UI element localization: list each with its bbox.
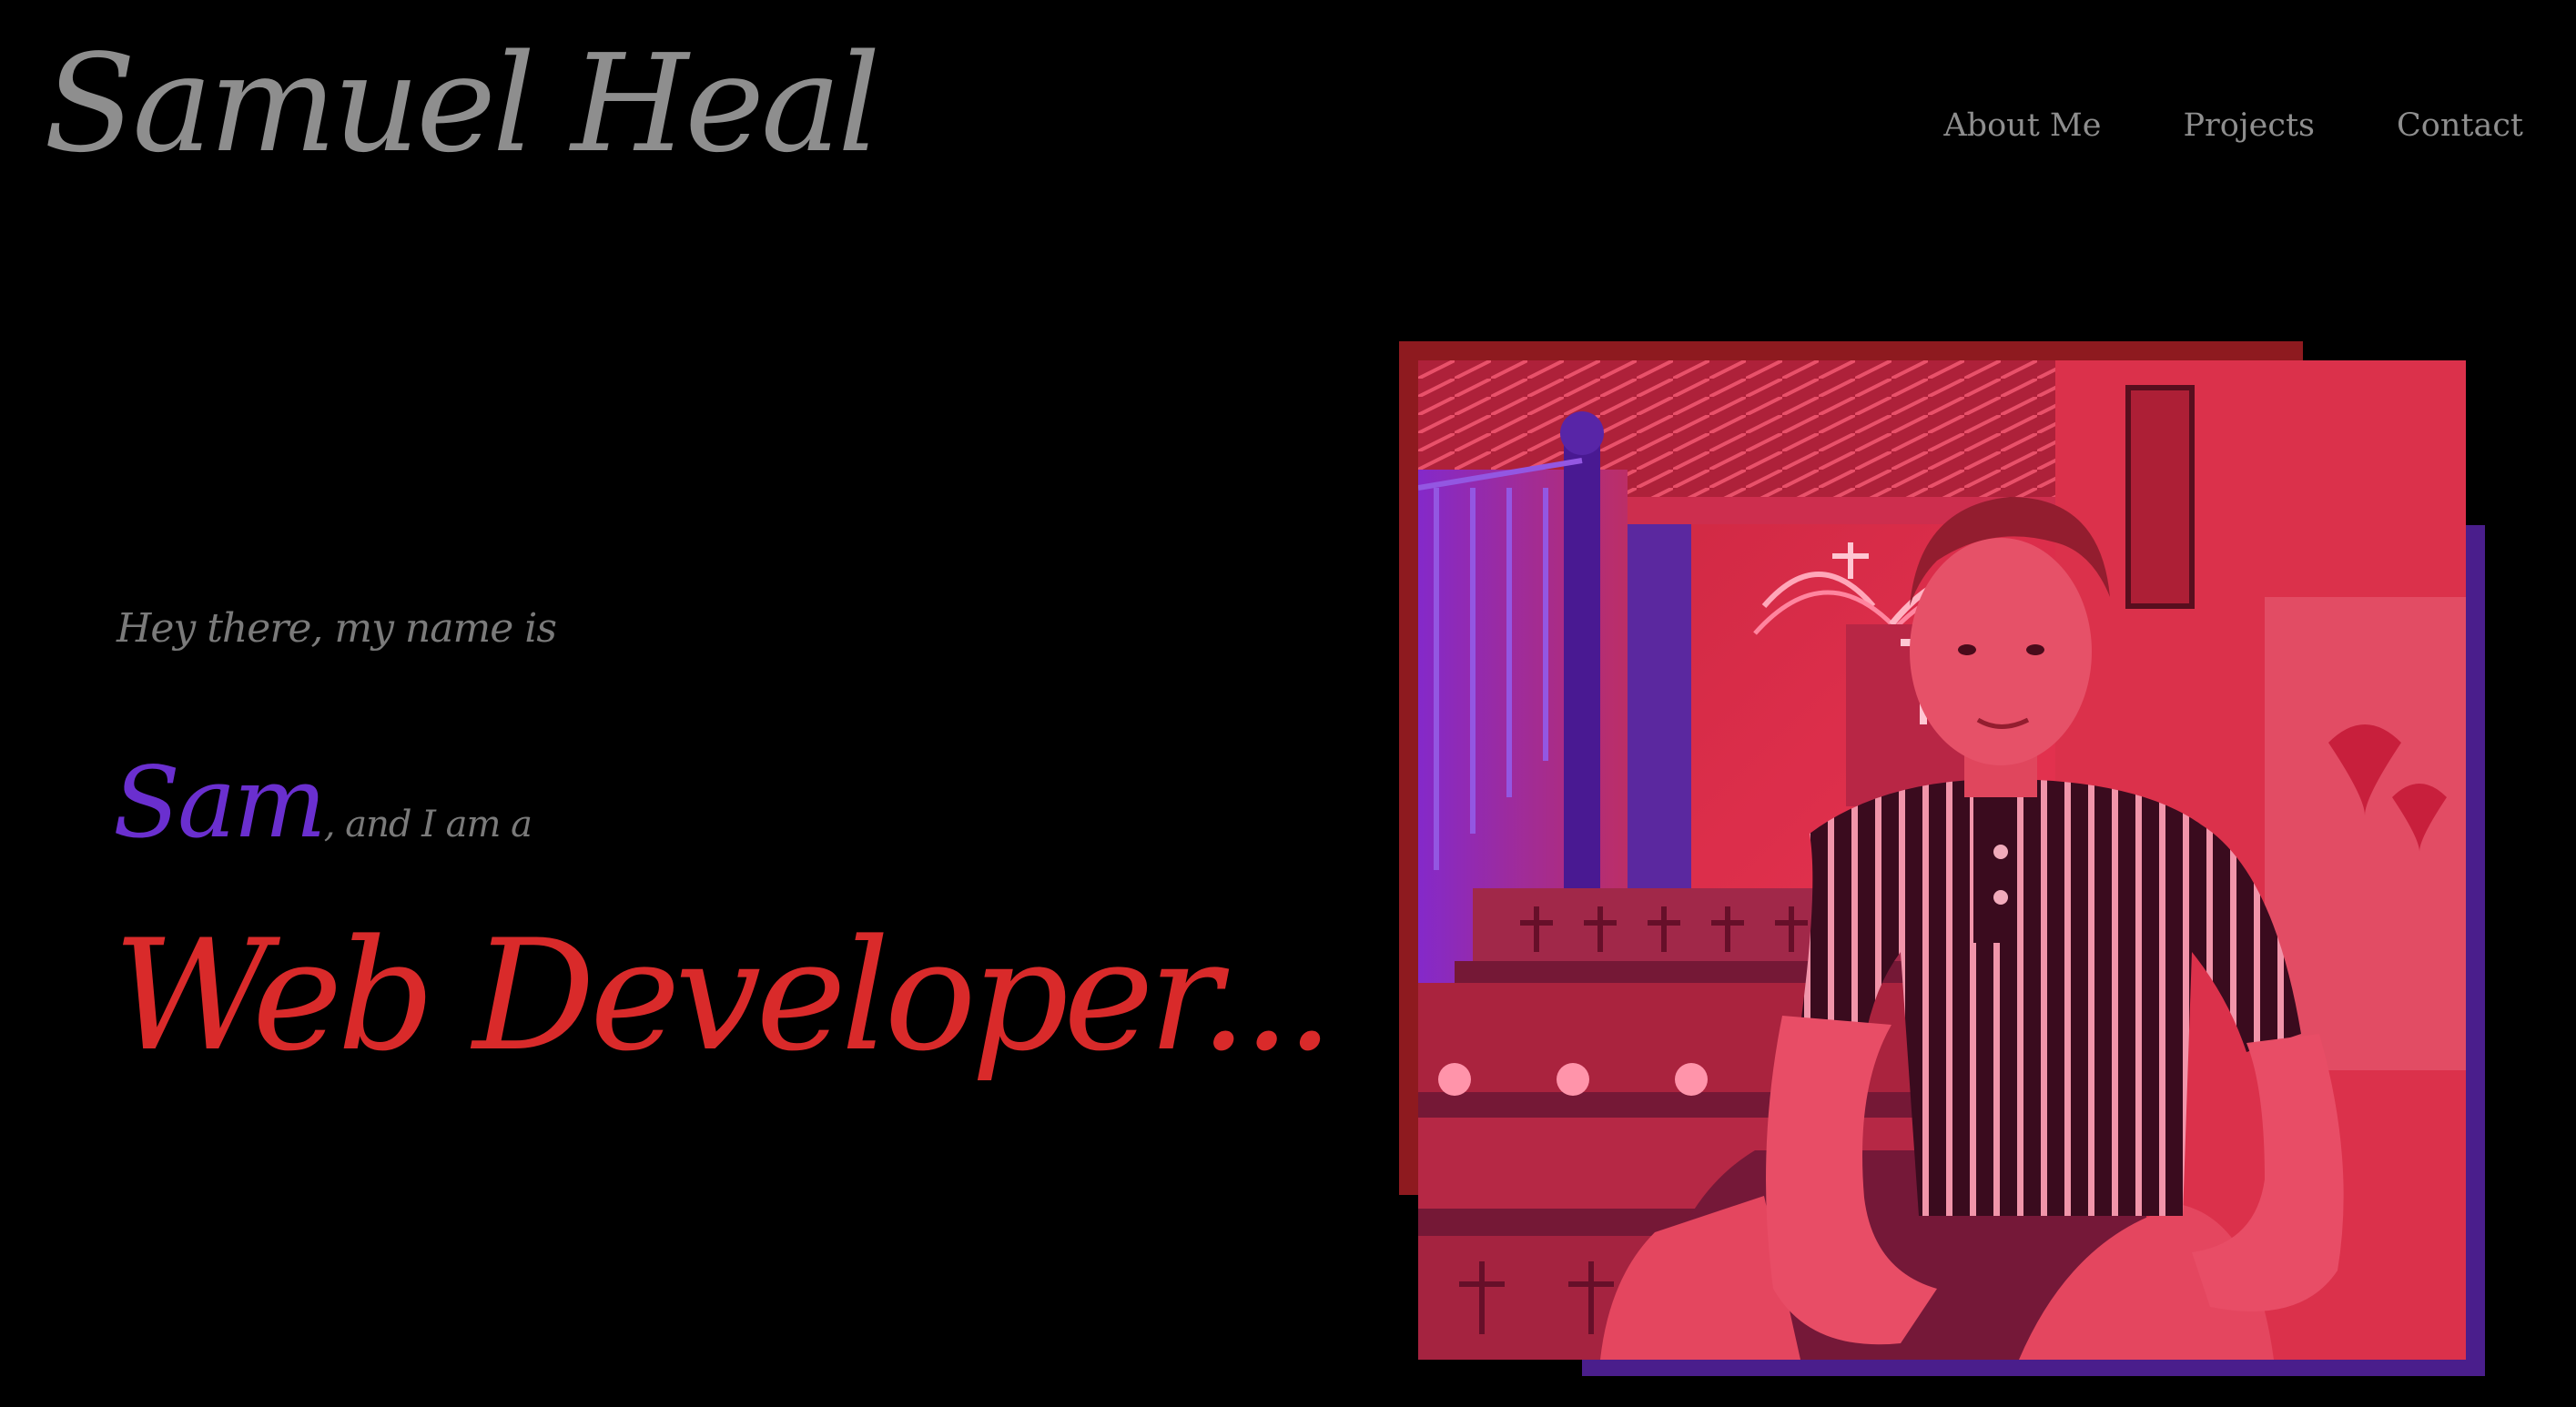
nav-projects[interactable]: Projects bbox=[2183, 107, 2315, 144]
hero-name-suffix: , and I am a bbox=[323, 804, 532, 845]
profile-photo bbox=[1418, 360, 2466, 1360]
nav-contact[interactable]: Contact bbox=[2397, 107, 2523, 144]
hero-name: Sam bbox=[113, 746, 327, 860]
main-nav: About Me Projects Contact bbox=[1943, 107, 2523, 144]
site-logo[interactable]: Samuel Heal bbox=[44, 36, 880, 171]
hero-name-line: Sam, and I am a bbox=[113, 746, 532, 860]
nav-about-me[interactable]: About Me bbox=[1943, 107, 2101, 144]
hero-role: Web Developer... bbox=[113, 906, 1334, 1085]
portfolio-page: Samuel Heal About Me Projects Contact He… bbox=[0, 0, 2576, 1407]
hero-intro: Hey there, my name is bbox=[117, 605, 557, 652]
